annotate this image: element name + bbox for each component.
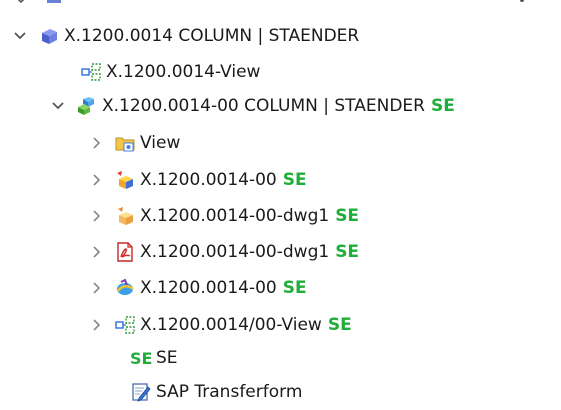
tree-item-se[interactable]: SE SE [130,342,178,374]
tree-item-label: X.1200.0014 COLUMN | STAENDER [64,26,360,46]
tree-item-child[interactable]: X.1200.0014-00-dwg1 SE [88,200,359,232]
tree-item-label: X.1200.0014-00 COLUMN | STAENDER [102,96,425,116]
chevron-down-icon[interactable] [12,28,28,44]
chevron-right-icon[interactable] [88,244,104,260]
folder-view-icon [114,132,136,154]
tree-item-label: X.1200.0014-View [106,62,261,82]
tree-view: X.1200.0014 COLUMN | STAENDER X.1200.001… [0,0,561,410]
tree-item-label: X.1200.0014-00 [140,170,277,190]
se-badge: SE [335,206,360,226]
tree-item-child[interactable]: X.1200.0014/00-View SE [88,309,352,341]
chevron-down-icon[interactable] [14,0,28,10]
part-icon [44,0,64,6]
tree-item-view-link[interactable]: X.1200.0014-View [80,56,260,88]
se-badge: SE [282,278,307,298]
chevron-right-icon[interactable] [88,208,104,224]
tree-item-assembly[interactable]: X.1200.0014-00 COLUMN | STAENDER SE [50,90,455,122]
view-link-icon [80,61,102,83]
view-link-icon [114,314,136,336]
chevron-right-icon[interactable] [88,317,104,333]
se-badge: SE [430,96,455,116]
tree-item-label: X.1200.0014-00-dwg1 [140,242,330,262]
tree-item-label: X.1200.0014-00 [140,278,277,298]
tree-item-label: SAP Transferform [156,382,303,402]
drawing-file-icon [114,205,136,227]
tree-item-child[interactable]: View [88,127,180,159]
chevron-down-icon[interactable] [50,98,66,114]
se-badge: SE [335,242,360,262]
tree-item-label: X.1200.0014-00-dwg1 [140,206,330,226]
clipped-mark [520,0,524,2]
form-edit-icon [130,381,152,403]
chevron-right-icon[interactable] [88,280,104,296]
se-badge: SE [327,315,352,335]
tree-item-child[interactable]: X.1200.0014-00-dwg1 SE [88,236,359,268]
tree-item-label: X.1200.0014/00-View [140,315,322,335]
tree-item-child[interactable]: X.1200.0014-00 SE [88,272,307,304]
jt-file-icon [114,277,136,299]
assembly-icon [76,95,98,117]
tree-item-label: SE [156,348,178,368]
clipped-row [0,0,561,10]
pdf-icon [114,241,136,263]
se-badge: SE [282,170,307,190]
chevron-right-icon[interactable] [88,135,104,151]
part-file-icon [114,169,136,191]
tree-item-root[interactable]: X.1200.0014 COLUMN | STAENDER [12,20,359,52]
part-cube-icon [38,25,60,47]
tree-item-label: View [140,133,181,153]
chevron-right-icon[interactable] [88,172,104,188]
tree-item-sap-transferform[interactable]: SAP Transferform [130,376,302,408]
se-icon: SE [130,348,153,368]
tree-item-child[interactable]: X.1200.0014-00 SE [88,164,307,196]
